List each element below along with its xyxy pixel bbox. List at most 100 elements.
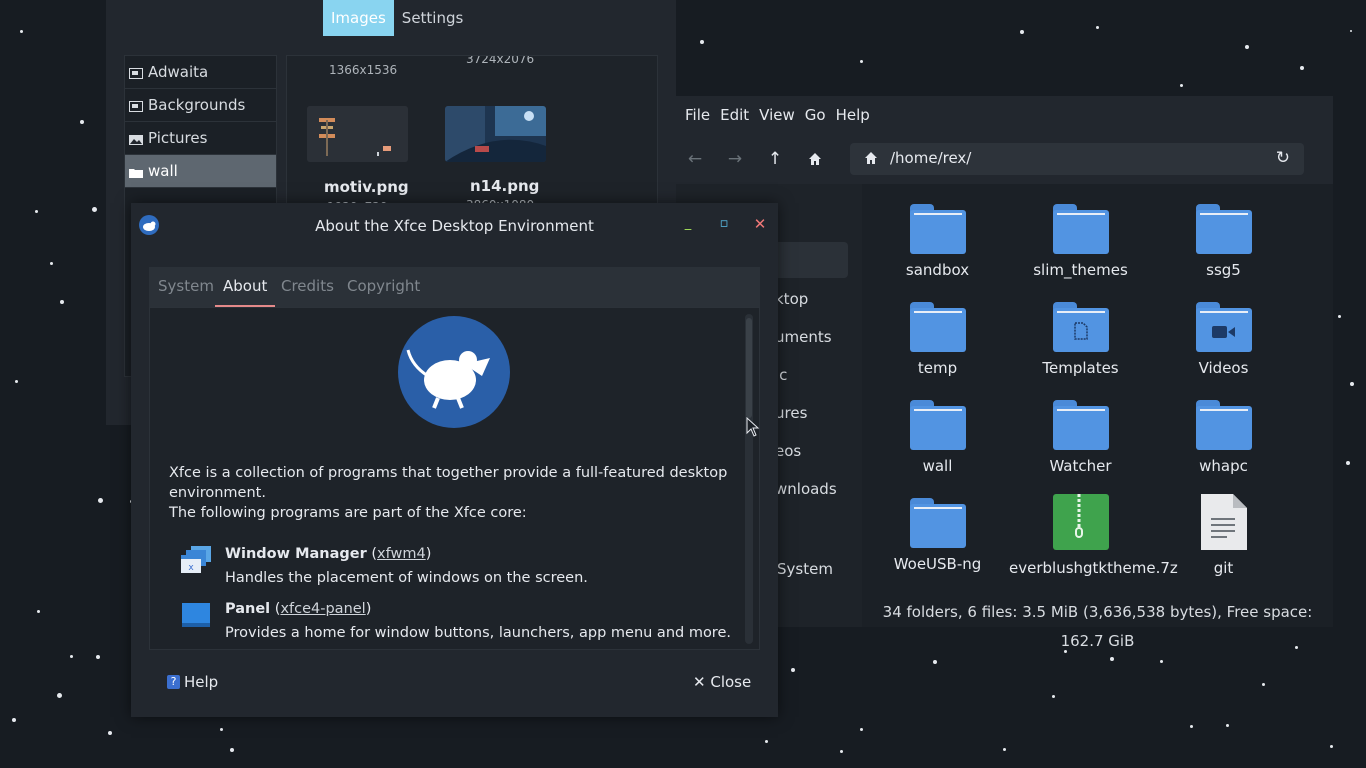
file-view: sandbox slim_themes ssg5 temp Templates … bbox=[862, 184, 1333, 627]
home-icon bbox=[864, 150, 878, 169]
folder-item-adwaita[interactable]: Adwaita bbox=[125, 56, 276, 89]
file-name: everblushgtktheme.7z bbox=[1009, 559, 1178, 577]
folder-item-label: Adwaita bbox=[148, 63, 209, 81]
star bbox=[20, 30, 23, 33]
star bbox=[860, 60, 863, 63]
thumb-filename: motiv.png bbox=[324, 178, 409, 196]
maximize-icon[interactable]: ▫ bbox=[716, 216, 732, 232]
star bbox=[220, 728, 223, 731]
menu-view[interactable]: View bbox=[759, 106, 795, 124]
star bbox=[12, 718, 16, 722]
star bbox=[933, 660, 937, 664]
star bbox=[108, 731, 112, 735]
folder-item-backgrounds[interactable]: Backgrounds bbox=[125, 89, 276, 122]
scrollbar-thumb[interactable] bbox=[746, 318, 752, 418]
image-folder-icon bbox=[129, 99, 143, 112]
content-scrollbar[interactable] bbox=[745, 314, 753, 644]
folder-icon bbox=[909, 302, 966, 352]
file-item-templates[interactable]: Templates bbox=[1009, 302, 1152, 378]
menu-help[interactable]: Help bbox=[836, 106, 870, 124]
star bbox=[700, 40, 704, 44]
about-dialog: About the Xfce Desktop Environment _ ▫ ✕… bbox=[131, 203, 778, 717]
folder-icon bbox=[1052, 400, 1109, 450]
file-name: whapc bbox=[1199, 457, 1248, 475]
file-item-watcher[interactable]: Watcher bbox=[1009, 400, 1152, 476]
xfce4-panel-link[interactable]: xfce4-panel bbox=[280, 601, 365, 617]
menu-file[interactable]: File bbox=[685, 106, 710, 124]
xfwm4-link[interactable]: xfwm4 bbox=[377, 546, 426, 562]
mouse-pointer-icon bbox=[746, 417, 760, 437]
wallpaper-tabs: Images Settings bbox=[323, 0, 471, 36]
file-item-wall[interactable]: wall bbox=[866, 400, 1009, 476]
sidebar-item-file-system[interactable]: System bbox=[777, 560, 833, 578]
wallpaper-thumbnail-motiv[interactable] bbox=[307, 106, 408, 162]
file-item-ssg5[interactable]: ssg5 bbox=[1152, 204, 1295, 280]
sidebar-item-pictures[interactable]: ures bbox=[775, 404, 807, 422]
reload-icon[interactable]: ↻ bbox=[1276, 148, 1290, 168]
tab-credits[interactable]: Credits bbox=[273, 267, 342, 305]
help-icon: ? bbox=[167, 675, 180, 689]
folder-item-label: Backgrounds bbox=[148, 96, 246, 114]
folder-videos-icon bbox=[1195, 302, 1252, 352]
tab-system[interactable]: System bbox=[150, 267, 222, 305]
menu-edit[interactable]: Edit bbox=[720, 106, 749, 124]
file-name: temp bbox=[917, 359, 958, 377]
location-path[interactable]: /home/rex/ bbox=[890, 149, 971, 167]
star bbox=[1346, 461, 1350, 465]
folder-templates-icon bbox=[1052, 302, 1109, 352]
sidebar-item-documents[interactable]: uments bbox=[775, 328, 832, 346]
sidebar-item-desktop[interactable]: ktop bbox=[775, 290, 808, 308]
wallpaper-thumbnail-grid: 1366x1536 3724x2076 motiv.png n14.png 19… bbox=[286, 55, 658, 207]
star bbox=[98, 498, 103, 503]
folder-item-label: Pictures bbox=[148, 129, 208, 147]
file-item-woeusb-ng[interactable]: WoeUSB-ng bbox=[866, 498, 1009, 574]
tab-images[interactable]: Images bbox=[323, 0, 394, 36]
home-icon bbox=[809, 153, 821, 165]
tab-about[interactable]: About bbox=[215, 267, 276, 307]
thumb-filename: n14.png bbox=[470, 177, 540, 195]
minimize-icon[interactable]: _ bbox=[680, 216, 696, 232]
file-item-git[interactable]: git bbox=[1152, 494, 1295, 578]
file-item-temp[interactable]: temp bbox=[866, 302, 1009, 378]
close-button[interactable]: ✕ Close bbox=[693, 673, 751, 691]
folder-item-wall[interactable]: wall bbox=[125, 155, 276, 188]
file-name: git bbox=[1213, 559, 1234, 577]
folder-item-label: wall bbox=[148, 162, 178, 180]
file-name: Templates bbox=[1042, 359, 1119, 377]
tab-settings[interactable]: Settings bbox=[394, 0, 472, 36]
file-name: ssg5 bbox=[1206, 261, 1241, 279]
star bbox=[1190, 725, 1193, 728]
back-arrow-icon[interactable]: ← bbox=[682, 146, 708, 172]
folder-item-pictures[interactable]: Pictures bbox=[125, 122, 276, 155]
dialog-tabs: System About Credits Copyright bbox=[149, 267, 760, 307]
help-label: Help bbox=[184, 673, 219, 691]
file-item-videos[interactable]: Videos bbox=[1152, 302, 1295, 378]
folder-icon bbox=[1195, 400, 1252, 450]
wallpaper-thumbnail-n14[interactable] bbox=[445, 106, 546, 162]
file-item-whapc[interactable]: whapc bbox=[1152, 400, 1295, 476]
sidebar-item-downloads[interactable]: wnloads bbox=[775, 480, 837, 498]
star bbox=[60, 300, 64, 304]
intro-subtext: The following programs are part of the X… bbox=[169, 505, 527, 521]
star bbox=[1295, 646, 1298, 649]
help-button[interactable]: ? Help bbox=[167, 673, 218, 691]
program-description: Handles the placement of windows on the … bbox=[225, 570, 588, 586]
file-item-sandbox[interactable]: sandbox bbox=[866, 204, 1009, 280]
location-bar[interactable]: /home/rex/ ↻ bbox=[850, 143, 1304, 175]
toolbar: ← → ↑ /home/rex/ ↻ bbox=[676, 134, 1333, 184]
tab-copyright[interactable]: Copyright bbox=[339, 267, 428, 305]
folder-icon bbox=[1195, 204, 1252, 254]
star bbox=[860, 728, 863, 731]
intro-text: Xfce is a collection of programs that to… bbox=[169, 465, 728, 501]
sidebar-item-videos[interactable]: eos bbox=[775, 442, 801, 460]
up-arrow-icon[interactable]: ↑ bbox=[762, 146, 788, 172]
dialog-titlebar[interactable]: About the Xfce Desktop Environment _ ▫ ✕ bbox=[131, 203, 778, 247]
forward-arrow-icon[interactable]: → bbox=[722, 146, 748, 172]
close-icon[interactable]: ✕ bbox=[752, 216, 768, 232]
file-item-archive[interactable]: everblushgtktheme.7z bbox=[1009, 494, 1178, 578]
home-button[interactable] bbox=[802, 146, 828, 172]
star bbox=[35, 210, 38, 213]
folder-icon bbox=[909, 400, 966, 450]
menu-go[interactable]: Go bbox=[805, 106, 826, 124]
file-item-slim-themes[interactable]: slim_themes bbox=[1009, 204, 1152, 280]
